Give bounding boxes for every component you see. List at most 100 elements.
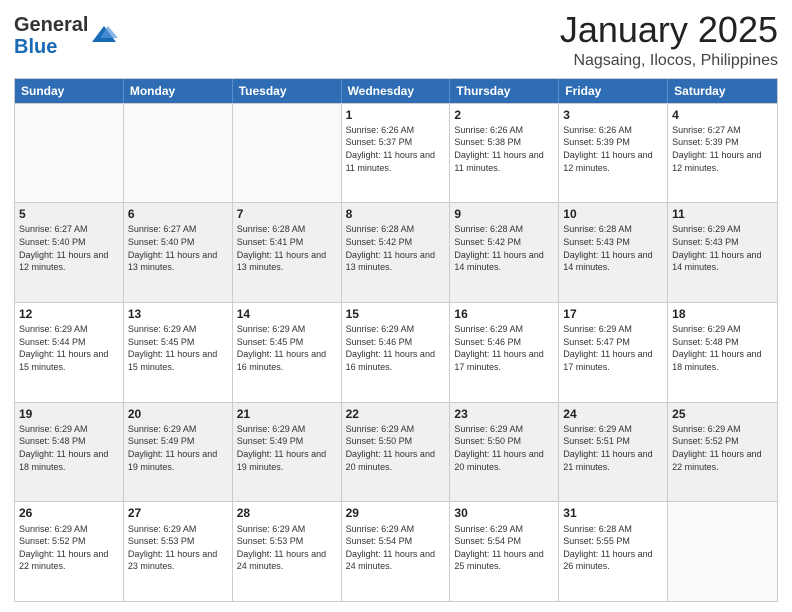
page: General Blue January 2025 Nagsaing, Iloc… (0, 0, 792, 612)
day-number: 23 (454, 406, 554, 422)
cal-week-4: 19Sunrise: 6:29 AM Sunset: 5:48 PM Dayli… (15, 402, 777, 502)
cal-header-sunday: Sunday (15, 79, 124, 103)
cal-week-3: 12Sunrise: 6:29 AM Sunset: 5:44 PM Dayli… (15, 302, 777, 402)
cell-info: Sunrise: 6:29 AM Sunset: 5:46 PM Dayligh… (454, 323, 554, 373)
cal-cell: 10Sunrise: 6:28 AM Sunset: 5:43 PM Dayli… (559, 203, 668, 302)
page-title: January 2025 (560, 10, 778, 50)
day-number: 30 (454, 505, 554, 521)
day-number: 25 (672, 406, 773, 422)
cell-info: Sunrise: 6:29 AM Sunset: 5:49 PM Dayligh… (128, 423, 228, 473)
header-right: January 2025 Nagsaing, Ilocos, Philippin… (560, 10, 778, 70)
cell-info: Sunrise: 6:29 AM Sunset: 5:44 PM Dayligh… (19, 323, 119, 373)
day-number: 31 (563, 505, 663, 521)
day-number: 14 (237, 306, 337, 322)
cal-cell: 11Sunrise: 6:29 AM Sunset: 5:43 PM Dayli… (668, 203, 777, 302)
cell-info: Sunrise: 6:29 AM Sunset: 5:50 PM Dayligh… (346, 423, 446, 473)
cal-cell: 7Sunrise: 6:28 AM Sunset: 5:41 PM Daylig… (233, 203, 342, 302)
cal-cell: 16Sunrise: 6:29 AM Sunset: 5:46 PM Dayli… (450, 303, 559, 402)
day-number: 15 (346, 306, 446, 322)
cal-cell: 30 Sunrise: 6:29 AM Sunset: 5:54 PM Dayli… (450, 502, 559, 601)
day-number: 16 (454, 306, 554, 322)
day-number: 13 (128, 306, 228, 322)
cell-info: Sunrise: 6:29 AM Sunset: 5:51 PM Dayligh… (563, 423, 663, 473)
cell-info: Sunrise: 6:29 AM Sunset: 5:53 PM Dayligh… (128, 523, 228, 573)
cell-info: Sunrise: 6:29 AM Sunset: 5:54 PM Dayligh… (346, 523, 446, 573)
cell-info: Sunrise: 6:29 AM Sunset: 5:45 PM Dayligh… (128, 323, 228, 373)
calendar-body: 1Sunrise: 6:26 AM Sunset: 5:37 PM Daylig… (15, 103, 777, 601)
cell-info: Sunrise: 6:28 AM Sunset: 5:42 PM Dayligh… (454, 223, 554, 273)
cal-header-monday: Monday (124, 79, 233, 103)
logo-icon (90, 22, 118, 50)
cell-info: Sunrise: 6:29 AM Sunset: 5:50 PM Dayligh… (454, 423, 554, 473)
day-number: 29 (346, 505, 446, 521)
cell-info: Sunrise: 6:29 AM Sunset: 5:49 PM Dayligh… (237, 423, 337, 473)
cell-info: Sunrise: 6:29 AM Sunset: 5:53 PM Dayligh… (237, 523, 337, 573)
cell-info: Sunrise: 6:29 AM Sunset: 5:43 PM Dayligh… (672, 223, 773, 273)
cell-info: Sunrise: 6:28 AM Sunset: 5:55 PM Dayligh… (563, 523, 663, 573)
cal-cell: 13Sunrise: 6:29 AM Sunset: 5:45 PM Dayli… (124, 303, 233, 402)
cell-info: Sunrise: 6:29 AM Sunset: 5:54 PM Dayligh… (454, 523, 554, 573)
cal-cell: 12Sunrise: 6:29 AM Sunset: 5:44 PM Dayli… (15, 303, 124, 402)
cell-info: Sunrise: 6:29 AM Sunset: 5:48 PM Dayligh… (672, 323, 773, 373)
cell-info: Sunrise: 6:29 AM Sunset: 5:47 PM Dayligh… (563, 323, 663, 373)
day-number: 27 (128, 505, 228, 521)
cell-info: Sunrise: 6:29 AM Sunset: 5:46 PM Dayligh… (346, 323, 446, 373)
day-number: 19 (19, 406, 119, 422)
cal-cell: 17Sunrise: 6:29 AM Sunset: 5:47 PM Dayli… (559, 303, 668, 402)
day-number: 20 (128, 406, 228, 422)
day-number: 9 (454, 206, 554, 222)
cal-cell: 24Sunrise: 6:29 AM Sunset: 5:51 PM Dayli… (559, 403, 668, 502)
day-number: 21 (237, 406, 337, 422)
logo-general-text: General (14, 14, 88, 36)
day-number: 11 (672, 206, 773, 222)
cal-header-friday: Friday (559, 79, 668, 103)
cal-header-saturday: Saturday (668, 79, 777, 103)
cal-cell: 14Sunrise: 6:29 AM Sunset: 5:45 PM Dayli… (233, 303, 342, 402)
day-number: 3 (563, 107, 663, 123)
cal-cell: 1Sunrise: 6:26 AM Sunset: 5:37 PM Daylig… (342, 104, 451, 203)
day-number: 7 (237, 206, 337, 222)
cal-cell: 31 Sunrise: 6:28 AM Sunset: 5:55 PM Dayli… (559, 502, 668, 601)
cal-cell: 6Sunrise: 6:27 AM Sunset: 5:40 PM Daylig… (124, 203, 233, 302)
cal-cell: 21Sunrise: 6:29 AM Sunset: 5:49 PM Dayli… (233, 403, 342, 502)
cal-cell: 27 Sunrise: 6:29 AM Sunset: 5:53 PM Dayli… (124, 502, 233, 601)
day-number: 12 (19, 306, 119, 322)
day-number: 8 (346, 206, 446, 222)
cal-header-wednesday: Wednesday (342, 79, 451, 103)
cal-cell: 18Sunrise: 6:29 AM Sunset: 5:48 PM Dayli… (668, 303, 777, 402)
cell-info: Sunrise: 6:27 AM Sunset: 5:39 PM Dayligh… (672, 124, 773, 174)
cal-cell (124, 104, 233, 203)
cal-cell: 2Sunrise: 6:26 AM Sunset: 5:38 PM Daylig… (450, 104, 559, 203)
day-number: 5 (19, 206, 119, 222)
cell-info: Sunrise: 6:29 AM Sunset: 5:52 PM Dayligh… (19, 523, 119, 573)
cal-cell: 5Sunrise: 6:27 AM Sunset: 5:40 PM Daylig… (15, 203, 124, 302)
day-number: 10 (563, 206, 663, 222)
day-number: 28 (237, 505, 337, 521)
header: General Blue January 2025 Nagsaing, Iloc… (14, 10, 778, 70)
cal-cell (233, 104, 342, 203)
cal-cell: 15Sunrise: 6:29 AM Sunset: 5:46 PM Dayli… (342, 303, 451, 402)
cal-week-2: 5Sunrise: 6:27 AM Sunset: 5:40 PM Daylig… (15, 202, 777, 302)
day-number: 18 (672, 306, 773, 322)
cal-cell (668, 502, 777, 601)
cal-cell: 29 Sunrise: 6:29 AM Sunset: 5:54 PM Dayli… (342, 502, 451, 601)
cal-cell: 4Sunrise: 6:27 AM Sunset: 5:39 PM Daylig… (668, 104, 777, 203)
logo: General Blue (14, 14, 118, 58)
cal-cell: 9Sunrise: 6:28 AM Sunset: 5:42 PM Daylig… (450, 203, 559, 302)
cal-header-thursday: Thursday (450, 79, 559, 103)
page-subtitle: Nagsaing, Ilocos, Philippines (560, 52, 778, 70)
cell-info: Sunrise: 6:26 AM Sunset: 5:39 PM Dayligh… (563, 124, 663, 174)
day-number: 22 (346, 406, 446, 422)
day-number: 4 (672, 107, 773, 123)
cell-info: Sunrise: 6:29 AM Sunset: 5:45 PM Dayligh… (237, 323, 337, 373)
day-number: 1 (346, 107, 446, 123)
cal-cell: 25Sunrise: 6:29 AM Sunset: 5:52 PM Dayli… (668, 403, 777, 502)
cal-header-tuesday: Tuesday (233, 79, 342, 103)
cal-cell: 20Sunrise: 6:29 AM Sunset: 5:49 PM Dayli… (124, 403, 233, 502)
cell-info: Sunrise: 6:29 AM Sunset: 5:48 PM Dayligh… (19, 423, 119, 473)
cal-cell: 23Sunrise: 6:29 AM Sunset: 5:50 PM Dayli… (450, 403, 559, 502)
cal-week-5: 26Sunrise: 6:29 AM Sunset: 5:52 PM Dayli… (15, 501, 777, 601)
cell-info: Sunrise: 6:27 AM Sunset: 5:40 PM Dayligh… (19, 223, 119, 273)
day-number: 2 (454, 107, 554, 123)
day-number: 24 (563, 406, 663, 422)
